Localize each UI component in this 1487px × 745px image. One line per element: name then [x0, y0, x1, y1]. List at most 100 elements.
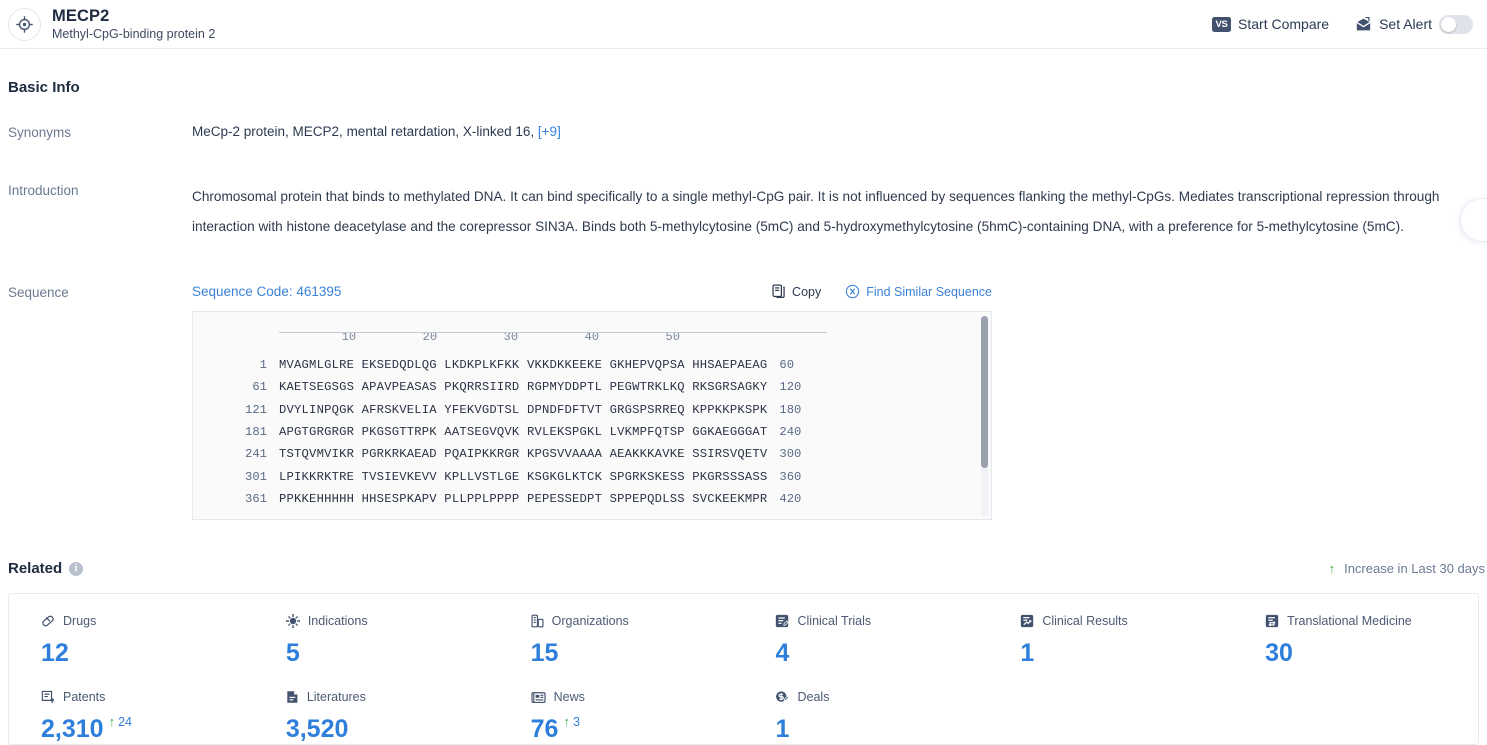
- green-up-arrow-icon: ↑: [1328, 561, 1336, 576]
- related-card-value-wrap: 1: [1020, 638, 1233, 668]
- target-crosshair-icon: [8, 7, 41, 41]
- related-card-clinical-trials[interactable]: Clinical Trials 4: [743, 612, 988, 668]
- set-alert-button[interactable]: Set Alert: [1355, 14, 1473, 34]
- sequence-line: 181 APGTGRGRGR PKGSGTTRPK AATSEGVQVK RVLE…: [193, 421, 991, 443]
- related-card-value-wrap: 2,310 ↑ 24: [41, 714, 254, 744]
- synonyms-label: Synonyms: [8, 125, 72, 140]
- related-card-label: News: [553, 690, 585, 704]
- related-card-label: Patents: [63, 690, 106, 704]
- synonyms-more-link[interactable]: [+9]: [538, 124, 561, 139]
- related-cards-grid: Drugs 12 Indications 5 Organizations 15 Clinic…: [8, 593, 1479, 745]
- sequence-line: 61 KAETSEGSGS APAVPEASAS PKQRRSIIRD RGPMY…: [193, 376, 991, 398]
- info-icon[interactable]: i: [69, 561, 84, 576]
- set-alert-label: Set Alert: [1379, 16, 1432, 32]
- building-icon: [531, 614, 544, 628]
- find-similar-sequence-button[interactable]: Find Similar Sequence: [845, 284, 992, 299]
- virus-icon: [285, 614, 300, 628]
- related-card-value-wrap: 4: [775, 638, 988, 668]
- sequence-line: 241 TSTQVMVIKR PGRKRKAEAD PQAIPKKRGR KPGS…: [193, 443, 991, 465]
- sequence-scrollbar-thumb[interactable]: [981, 316, 988, 468]
- sequence-end-index: 300: [779, 447, 802, 462]
- sequence-residues: PPKKEHHHHH HHSESPKAPV PLLPPLPPPP PEPESSE…: [279, 491, 768, 506]
- related-card-head: Drugs: [41, 612, 254, 630]
- sequence-row: Sequence Sequence Code: 461395 Copy Find…: [0, 284, 1487, 520]
- pill-icon: [41, 614, 55, 628]
- related-card-value: 12: [41, 639, 69, 667]
- sequence-residues: TSTQVMVIKR PGRKRKAEAD PQAIPKKRGR KPGSVVA…: [279, 447, 768, 462]
- related-card-value: 15: [530, 639, 559, 667]
- related-card-label: Clinical Results: [1042, 614, 1128, 628]
- sequence-residues: APGTGRGRGR PKGSGTTRPK AATSEGVQVK RVLEKSP…: [279, 425, 768, 440]
- related-card-head: Translational Medicine: [1265, 612, 1478, 630]
- alert-mail-icon: [1355, 16, 1372, 32]
- basic-info-title: Basic Info: [8, 79, 80, 96]
- related-card-head: News: [531, 688, 744, 706]
- sequence-scrollbar[interactable]: [981, 316, 988, 516]
- sequence-ruler-line: [279, 332, 827, 333]
- literature-icon: [286, 690, 299, 704]
- sequence-code-link[interactable]: Sequence Code: 461395: [192, 284, 341, 299]
- sequence-toolbar: Sequence Code: 461395 Copy Find Similar …: [192, 284, 992, 299]
- related-card-deals[interactable]: Deals 1: [743, 688, 988, 744]
- clinical-trial-icon: [775, 614, 790, 628]
- related-card-value: 5: [285, 639, 300, 667]
- related-card-value: 30: [1265, 639, 1293, 667]
- sequence-viewer[interactable]: 10 20 30 40 50 1 MVAGMLGLRE EKSEDQDLQG LKDKPL…: [192, 311, 992, 520]
- copy-button[interactable]: Copy: [772, 284, 821, 299]
- related-card-label: Indications: [307, 614, 368, 628]
- copy-icon: [772, 284, 786, 299]
- related-card-value: 1: [1020, 639, 1035, 667]
- sequence-ruler: 10 20 30 40 50: [193, 330, 991, 354]
- news-icon: [531, 691, 546, 704]
- related-card-value-wrap: 30: [1265, 638, 1478, 668]
- related-card-drugs[interactable]: Drugs 12: [9, 612, 254, 668]
- related-card-label: Translational Medicine: [1287, 614, 1412, 628]
- start-compare-label: Start Compare: [1238, 16, 1330, 32]
- page-title: MECP2: [52, 6, 110, 25]
- translational-med-icon: [1265, 614, 1279, 628]
- alert-toggle[interactable]: [1439, 14, 1473, 34]
- related-card-value: 76: [530, 715, 559, 743]
- copy-label: Copy: [792, 284, 822, 299]
- gene-brand: MECP2 Methyl-CpG-binding protein 2: [8, 7, 215, 42]
- find-similar-sequence-icon: [845, 284, 860, 299]
- related-card-organizations[interactable]: Organizations 15: [499, 612, 744, 668]
- related-card-head: Indications: [285, 612, 499, 630]
- introduction-row: Introduction Chromosomal protein that bi…: [0, 182, 1487, 242]
- app-header: MECP2 Methyl-CpG-binding protein 2 VS St…: [0, 0, 1487, 49]
- sequence-residues: MVAGMLGLRE EKSEDQDLQG LKDKPLKFKK VKKDKKE…: [279, 358, 768, 373]
- increase-legend-label: Increase in Last 30 days: [1344, 561, 1485, 576]
- related-card-value: 2,310: [41, 715, 104, 743]
- introduction-label: Introduction: [8, 183, 79, 198]
- synonyms-list: MeCp-2 protein, MECP2, mental retardatio…: [192, 124, 1487, 139]
- related-card-indications[interactable]: Indications 5: [254, 612, 499, 668]
- sequence-end-index: 360: [779, 469, 802, 484]
- sequence-start-index: 301: [245, 469, 267, 484]
- related-card-clinical-results[interactable]: Clinical Results 1: [988, 612, 1233, 668]
- related-card-news[interactable]: News 76 ↑ 3: [499, 688, 744, 744]
- related-card-value-wrap: 15: [531, 638, 744, 668]
- start-compare-button[interactable]: VS Start Compare: [1212, 16, 1329, 32]
- sequence-start-index: 61: [252, 380, 267, 395]
- related-card-delta: ↑ 3: [563, 707, 579, 737]
- related-card-value-wrap: 1: [775, 714, 988, 744]
- sequence-start-index: 361: [245, 491, 267, 506]
- synonym-item: MeCp-2 protein,: [192, 124, 293, 139]
- related-header: Related i ↑ Increase in Last 30 days: [0, 560, 1487, 577]
- sequence-end-index: 180: [779, 402, 802, 417]
- related-card-patents[interactable]: Patents 2,310 ↑ 24: [9, 688, 254, 744]
- related-card-translational-medicine[interactable]: Translational Medicine 30: [1233, 612, 1478, 668]
- related-card-literatures[interactable]: Literatures 3,520: [254, 688, 499, 744]
- related-card-value-wrap: 76 ↑ 3: [531, 714, 744, 744]
- related-card-head: Patents: [41, 688, 254, 706]
- related-card-value: 4: [775, 639, 790, 667]
- increase-legend: ↑ Increase in Last 30 days: [1329, 561, 1487, 576]
- related-card-head: Literatures: [286, 688, 499, 706]
- related-title: Related: [8, 560, 63, 577]
- vs-badge-icon: VS: [1212, 16, 1232, 32]
- related-card-head: Clinical Results: [1020, 612, 1233, 630]
- related-card-value-wrap: 3,520: [286, 714, 499, 744]
- related-card-head: Organizations: [531, 612, 744, 630]
- sequence-end-index: 120: [779, 380, 802, 395]
- sequence-start-index: 181: [245, 425, 267, 440]
